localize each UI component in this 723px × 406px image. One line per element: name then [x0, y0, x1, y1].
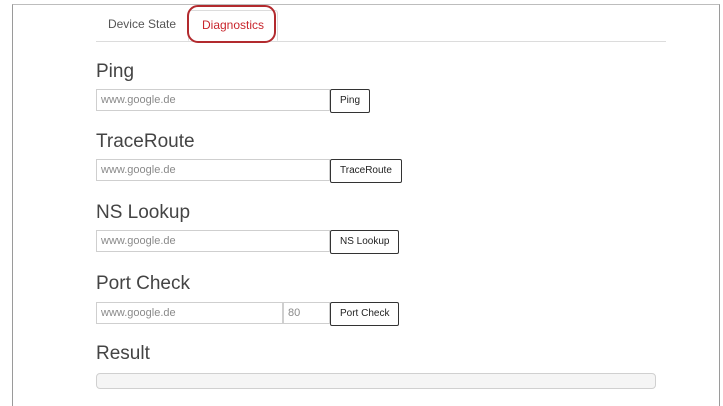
- tab-device-state[interactable]: Device State: [96, 10, 188, 41]
- nslookup-host-input[interactable]: [96, 230, 330, 252]
- portcheck-title: Port Check: [96, 273, 190, 294]
- nslookup-title: NS Lookup: [96, 202, 191, 223]
- tab-bar: Device State Diagnostics: [96, 10, 666, 42]
- ping-title: Ping: [96, 61, 135, 82]
- tab-diagnostics[interactable]: Diagnostics: [188, 10, 278, 41]
- traceroute-button[interactable]: TraceRoute: [330, 159, 402, 183]
- traceroute-host-input[interactable]: [96, 159, 330, 181]
- portcheck-button[interactable]: Port Check: [330, 302, 400, 326]
- ping-host-input[interactable]: [96, 89, 330, 111]
- traceroute-title: TraceRoute: [96, 131, 195, 152]
- nslookup-button[interactable]: NS Lookup: [330, 230, 400, 254]
- result-title: Result: [96, 343, 150, 364]
- ping-button[interactable]: Ping: [330, 89, 371, 113]
- result-output: [96, 373, 656, 389]
- portcheck-host-input[interactable]: [96, 302, 283, 324]
- portcheck-port-input[interactable]: [283, 302, 330, 324]
